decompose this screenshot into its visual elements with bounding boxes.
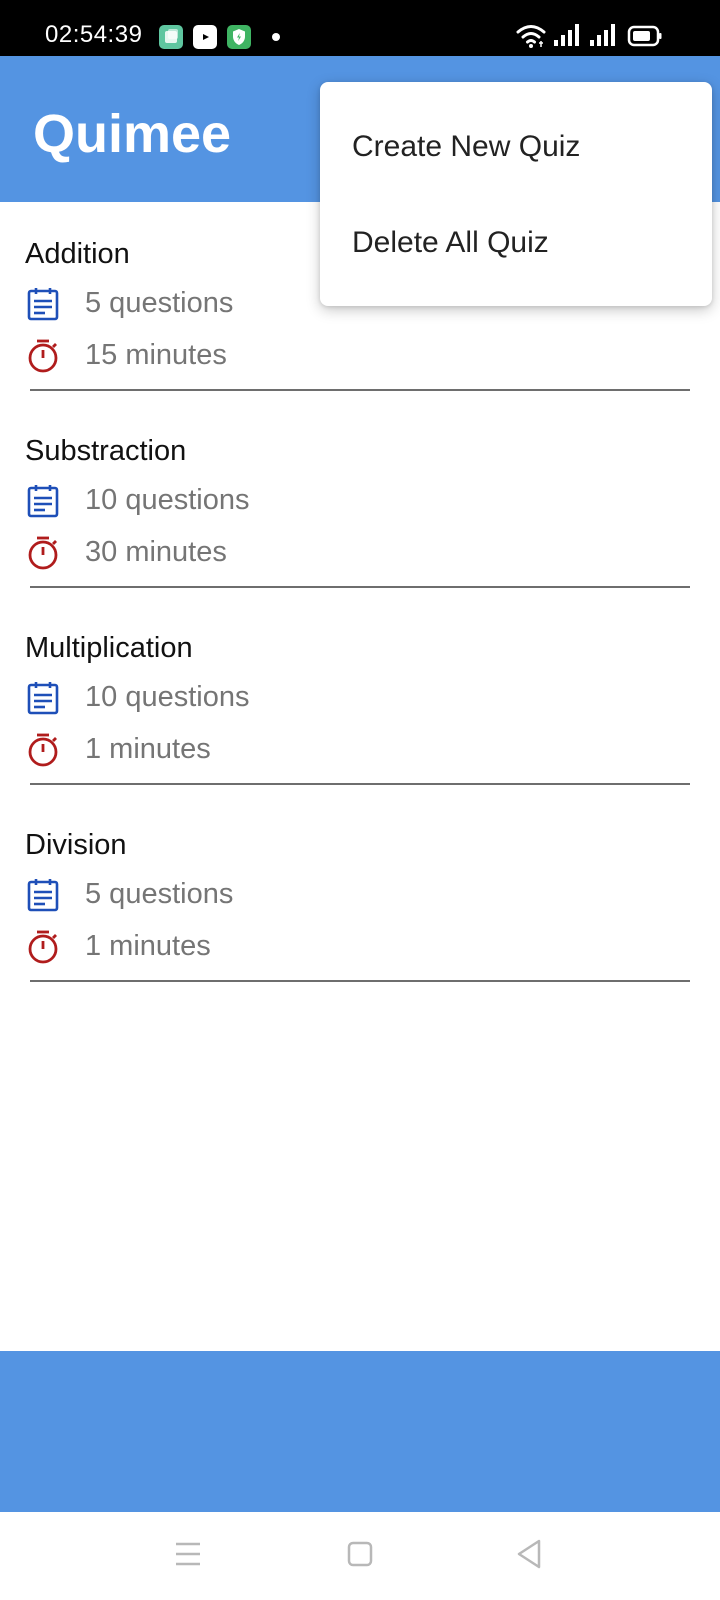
signal-icon — [554, 24, 579, 46]
question-count: 5 questions — [85, 287, 234, 319]
quiz-list-item[interactable]: Division 5 questions 1 minutes — [0, 793, 720, 990]
youtube-icon — [193, 25, 217, 49]
notification-dot — [272, 33, 280, 41]
signal-icon — [590, 24, 615, 46]
quiz-duration: 1 minutes — [85, 930, 211, 962]
status-time: 02:54:39 — [45, 21, 143, 48]
quiz-name: Substraction — [25, 435, 187, 467]
calendar-note-icon — [27, 879, 59, 912]
quiz-list: Addition 5 questions 15 minutes Substrac… — [0, 202, 720, 990]
timer-icon — [28, 930, 58, 964]
bottom-panel — [0, 1351, 720, 1512]
duration-row: 15 minutes — [25, 334, 625, 378]
quiz-name: Division — [25, 829, 127, 861]
quiz-list-item[interactable]: Multiplication 10 questions 1 minutes — [0, 596, 720, 793]
divider — [30, 980, 690, 982]
duration-row: 1 minutes — [25, 925, 625, 969]
divider — [30, 389, 690, 391]
timer-icon — [28, 733, 58, 767]
question-count-row: 5 questions — [25, 873, 625, 917]
timer-icon — [28, 536, 58, 570]
battery-icon — [627, 25, 662, 47]
wifi-icon — [516, 25, 546, 48]
home-icon[interactable] — [340, 1534, 380, 1574]
question-count-row: 10 questions — [25, 479, 625, 523]
gallery-app-icon — [159, 25, 183, 49]
menu-item-delete-all-quiz[interactable]: Delete All Quiz — [352, 225, 549, 261]
divider — [30, 586, 690, 588]
system-nav-bar — [0, 1512, 720, 1600]
security-shield-icon — [227, 25, 251, 49]
divider — [30, 783, 690, 785]
menu-item-create-new-quiz[interactable]: Create New Quiz — [352, 129, 580, 165]
question-count-row: 10 questions — [25, 676, 625, 720]
question-count: 10 questions — [85, 681, 250, 713]
quiz-name: Multiplication — [25, 632, 193, 664]
quiz-duration: 15 minutes — [85, 339, 227, 371]
quiz-duration: 30 minutes — [85, 536, 227, 568]
overflow-menu: Create New Quiz Delete All Quiz — [320, 82, 712, 306]
menu-icon[interactable] — [168, 1534, 208, 1574]
quiz-list-item[interactable]: Substraction 10 questions 30 minutes — [0, 399, 720, 596]
quiz-duration: 1 minutes — [85, 733, 211, 765]
app-title: Quimee — [33, 104, 232, 164]
question-count: 5 questions — [85, 878, 234, 910]
calendar-note-icon — [27, 485, 59, 518]
status-bar: 02:54:39 — [0, 0, 720, 56]
timer-icon — [28, 339, 58, 373]
quiz-name: Addition — [25, 238, 130, 270]
duration-row: 1 minutes — [25, 728, 625, 772]
calendar-note-icon — [27, 682, 59, 715]
back-icon[interactable] — [510, 1534, 550, 1574]
duration-row: 30 minutes — [25, 531, 625, 575]
calendar-note-icon — [27, 288, 59, 321]
question-count: 10 questions — [85, 484, 250, 516]
